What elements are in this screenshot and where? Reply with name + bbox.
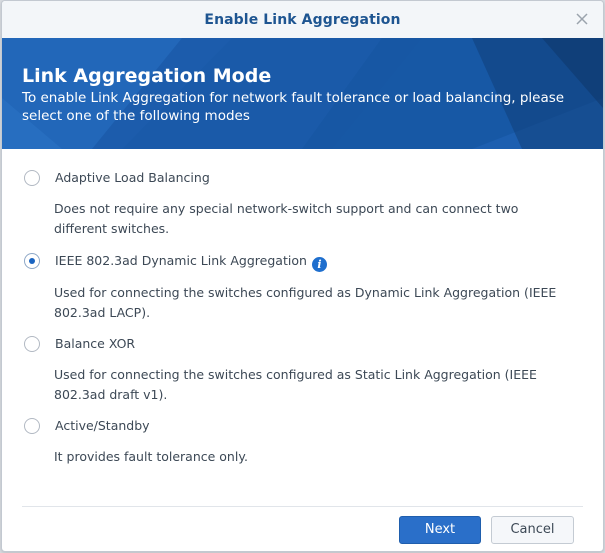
radio-adaptive-load-balancing[interactable] xyxy=(24,170,40,186)
option-description: Used for connecting the switches configu… xyxy=(54,367,537,402)
close-icon[interactable] xyxy=(573,10,591,28)
option-label[interactable]: IEEE 802.3ad Dynamic Link Aggregation i xyxy=(55,253,327,272)
banner-title: Link Aggregation Mode xyxy=(22,65,272,87)
radio-balance-xor[interactable] xyxy=(24,336,40,352)
radio-active-standby[interactable] xyxy=(24,418,40,434)
info-icon[interactable]: i xyxy=(311,257,327,272)
dialog-title: Enable Link Aggregation xyxy=(204,12,401,28)
mode-banner: Link Aggregation Mode To enable Link Agg… xyxy=(2,38,603,149)
option-label[interactable]: Balance XOR xyxy=(55,336,135,351)
option-description: It provides fault tolerance only. xyxy=(54,449,248,464)
option-label-text: IEEE 802.3ad Dynamic Link Aggregation xyxy=(55,253,307,268)
footer-divider xyxy=(22,506,583,507)
option-label[interactable]: Adaptive Load Balancing xyxy=(55,170,210,185)
option-description: Used for connecting the switches configu… xyxy=(54,285,557,320)
dialog-titlebar: Enable Link Aggregation xyxy=(2,1,603,39)
option-description: Does not require any special network-swi… xyxy=(54,201,519,236)
next-button[interactable]: Next xyxy=(399,516,481,544)
link-aggregation-dialog: Enable Link Aggregation Link Aggregation… xyxy=(1,0,604,552)
cancel-button[interactable]: Cancel xyxy=(491,516,574,544)
radio-ieee-802-3ad[interactable] xyxy=(24,253,40,269)
banner-description: To enable Link Aggregation for network f… xyxy=(22,90,565,124)
option-label[interactable]: Active/Standby xyxy=(55,418,150,433)
